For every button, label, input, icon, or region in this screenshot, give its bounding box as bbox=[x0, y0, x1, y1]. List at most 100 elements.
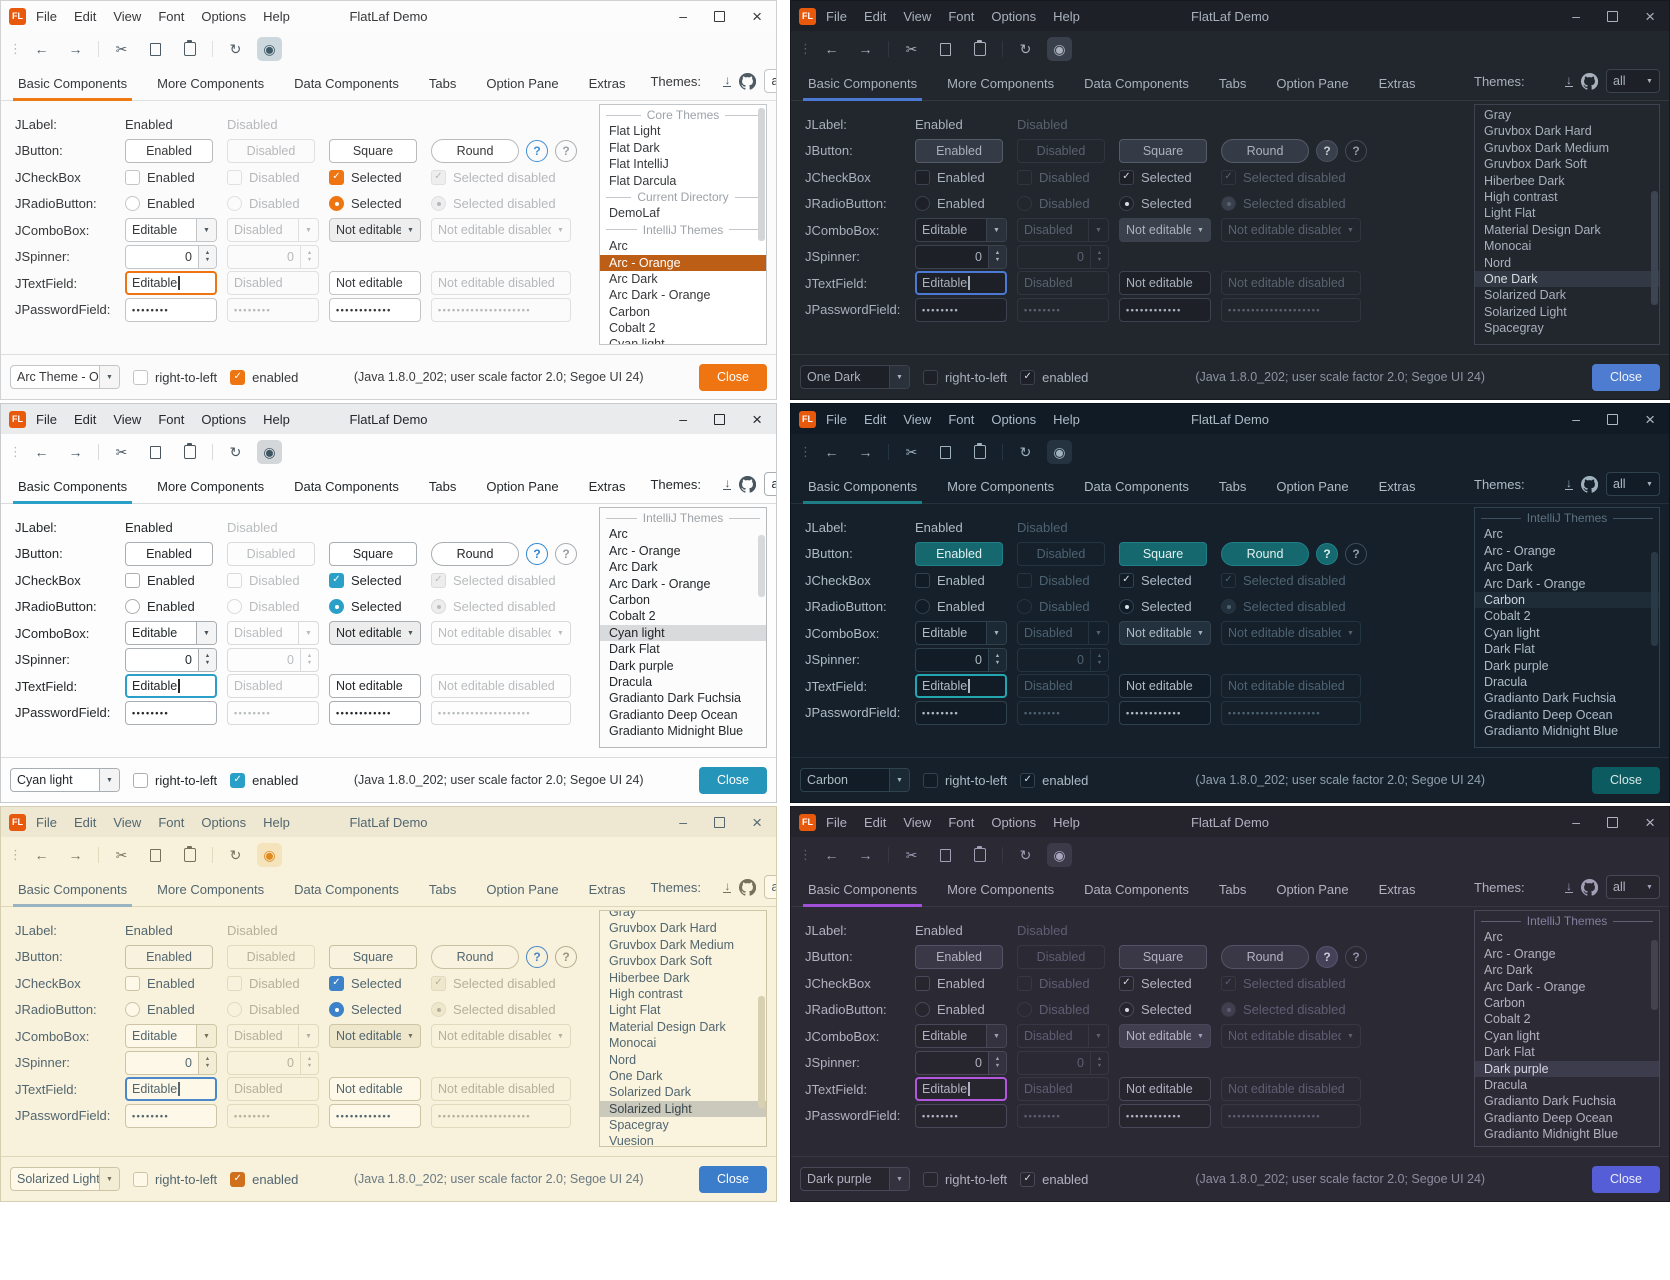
spinner-buttons[interactable]: ▲▼ bbox=[988, 1052, 1006, 1074]
theme-filter-combo[interactable]: all▼ bbox=[1606, 875, 1660, 899]
theme-item-arc[interactable]: Arc bbox=[1475, 526, 1659, 542]
menu-item-edit[interactable]: Edit bbox=[864, 412, 886, 427]
theme-item-nord[interactable]: Nord bbox=[1475, 255, 1659, 271]
help-secondary-button[interactable]: ? bbox=[1345, 543, 1367, 565]
jtextfield-editable[interactable]: Editable bbox=[915, 271, 1007, 295]
help-button[interactable]: ? bbox=[1316, 140, 1338, 162]
theme-item-cyan-light[interactable]: Cyan light bbox=[600, 625, 766, 641]
jbutton-square[interactable]: Square bbox=[1119, 542, 1207, 566]
github-icon[interactable] bbox=[739, 73, 756, 90]
maximize-icon[interactable] bbox=[714, 11, 725, 22]
cut-icon[interactable]: ✂ bbox=[109, 37, 134, 61]
theme-item-light-flat[interactable]: Light Flat bbox=[1475, 205, 1659, 221]
help-button[interactable]: ? bbox=[526, 140, 548, 162]
tab-basic-components[interactable]: Basic Components bbox=[803, 76, 922, 100]
theme-item-gradianto-dark-fuchsia[interactable]: Gradianto Dark Fuchsia bbox=[1475, 690, 1659, 706]
tab-extras[interactable]: Extras bbox=[584, 882, 631, 906]
close-window-icon[interactable]: × bbox=[1645, 411, 1655, 428]
close-button[interactable]: Close bbox=[1592, 767, 1660, 794]
tab-extras[interactable]: Extras bbox=[584, 479, 631, 503]
theme-switcher-combo[interactable]: Arc Theme - O...▼ bbox=[10, 365, 120, 389]
theme-item-flat-dark[interactable]: Flat Dark bbox=[600, 140, 766, 156]
jbutton-square[interactable]: Square bbox=[329, 945, 417, 969]
jtextfield-editable[interactable]: Editable bbox=[125, 1077, 217, 1101]
help-secondary-button[interactable]: ? bbox=[555, 543, 577, 565]
jtextfield-not-editable[interactable]: Not editable bbox=[329, 1077, 421, 1101]
rtl-checkbox[interactable]: right-to-left bbox=[923, 1172, 1007, 1187]
theme-filter-combo[interactable]: all▼ bbox=[764, 875, 777, 899]
cut-icon[interactable]: ✂ bbox=[899, 843, 924, 867]
eye-icon[interactable]: ◉ bbox=[257, 37, 282, 61]
menu-item-file[interactable]: File bbox=[36, 9, 57, 24]
scrollbar-thumb[interactable] bbox=[1651, 552, 1658, 647]
forward-icon[interactable]: → bbox=[853, 843, 878, 867]
jradiobutton-enabled[interactable]: Enabled bbox=[125, 599, 195, 614]
theme-item-dracula[interactable]: Dracula bbox=[1475, 1077, 1659, 1093]
jcombobox-editable[interactable]: Editable▼ bbox=[125, 621, 217, 645]
theme-item-carbon[interactable]: Carbon bbox=[1475, 592, 1659, 608]
jspinner[interactable]: 0▲▼ bbox=[915, 245, 1007, 269]
theme-item-dark-flat[interactable]: Dark Flat bbox=[600, 641, 766, 657]
jcheckbox-selected[interactable]: ✓Selected bbox=[1119, 170, 1192, 185]
download-icon[interactable]: ↓ bbox=[723, 478, 731, 490]
tab-basic-components[interactable]: Basic Components bbox=[803, 882, 922, 906]
theme-item-arc-dark[interactable]: Arc Dark bbox=[1475, 962, 1659, 978]
copy-icon[interactable] bbox=[933, 37, 958, 61]
paste-icon[interactable] bbox=[967, 37, 992, 61]
jpasswordfield[interactable]: •••••••••••• bbox=[1119, 298, 1211, 322]
theme-item-arc[interactable]: Arc bbox=[1475, 929, 1659, 945]
rtl-checkbox[interactable]: right-to-left bbox=[133, 1172, 217, 1187]
theme-item-arc-dark[interactable]: Arc Dark bbox=[1475, 559, 1659, 575]
tab-data-components[interactable]: Data Components bbox=[1079, 882, 1194, 906]
menu-item-font[interactable]: Font bbox=[158, 412, 184, 427]
theme-item-material-design-dark[interactable]: Material Design Dark bbox=[600, 1019, 766, 1035]
theme-item-cyan-light[interactable]: Cyan light bbox=[1475, 625, 1659, 641]
refresh-icon[interactable]: ↻ bbox=[223, 843, 248, 867]
paste-icon[interactable] bbox=[967, 843, 992, 867]
copy-icon[interactable] bbox=[933, 843, 958, 867]
rtl-checkbox[interactable]: right-to-left bbox=[133, 370, 217, 385]
jradiobutton-selected[interactable]: Selected bbox=[329, 196, 402, 211]
tab-data-components[interactable]: Data Components bbox=[289, 479, 404, 503]
spinner-buttons[interactable]: ▲▼ bbox=[988, 246, 1006, 268]
jpasswordfield[interactable]: •••••••• bbox=[125, 298, 217, 322]
theme-item-one-dark[interactable]: One Dark bbox=[1475, 271, 1659, 287]
jbutton-round[interactable]: Round bbox=[1221, 542, 1309, 566]
minimize-icon[interactable]: – bbox=[1572, 815, 1580, 829]
tab-extras[interactable]: Extras bbox=[1374, 882, 1421, 906]
tab-basic-components[interactable]: Basic Components bbox=[13, 882, 132, 906]
menu-item-font[interactable]: Font bbox=[158, 815, 184, 830]
theme-item-material-design-dark[interactable]: Material Design Dark bbox=[1475, 222, 1659, 238]
jtextfield-editable[interactable]: Editable bbox=[915, 1077, 1007, 1101]
paste-icon[interactable] bbox=[177, 440, 202, 464]
jspinner[interactable]: 0▲▼ bbox=[125, 245, 217, 269]
jcombobox-not-editable[interactable]: Not editable▼ bbox=[329, 218, 421, 242]
menu-item-help[interactable]: Help bbox=[1053, 412, 1080, 427]
menu-item-options[interactable]: Options bbox=[201, 815, 246, 830]
jcombobox-editable[interactable]: Editable▼ bbox=[125, 1024, 217, 1048]
jtextfield-not-editable[interactable]: Not editable bbox=[329, 674, 421, 698]
help-button[interactable]: ? bbox=[1316, 946, 1338, 968]
close-window-icon[interactable]: × bbox=[752, 8, 762, 25]
forward-icon[interactable]: → bbox=[63, 37, 88, 61]
theme-item-monocai[interactable]: Monocai bbox=[1475, 238, 1659, 254]
tab-extras[interactable]: Extras bbox=[584, 76, 631, 100]
minimize-icon[interactable]: – bbox=[679, 9, 687, 23]
copy-icon[interactable] bbox=[143, 37, 168, 61]
tab-tabs[interactable]: Tabs bbox=[1214, 76, 1251, 100]
theme-item-arc[interactable]: Arc bbox=[600, 526, 766, 542]
jradiobutton-enabled[interactable]: Enabled bbox=[915, 599, 985, 614]
close-window-icon[interactable]: × bbox=[1645, 814, 1655, 831]
back-icon[interactable]: ← bbox=[819, 37, 844, 61]
close-button[interactable]: Close bbox=[699, 767, 767, 794]
forward-icon[interactable]: → bbox=[853, 37, 878, 61]
jbutton-enabled[interactable]: Enabled bbox=[915, 945, 1003, 969]
jcheckbox-enabled[interactable]: Enabled bbox=[125, 170, 195, 185]
jcheckbox-enabled[interactable]: Enabled bbox=[125, 976, 195, 991]
forward-icon[interactable]: → bbox=[853, 440, 878, 464]
theme-item-one-dark[interactable]: One Dark bbox=[600, 1068, 766, 1084]
jcheckbox-enabled[interactable]: Enabled bbox=[915, 573, 985, 588]
jbutton-round[interactable]: Round bbox=[431, 945, 519, 969]
jcombobox-not-editable[interactable]: Not editable▼ bbox=[329, 621, 421, 645]
jbutton-round[interactable]: Round bbox=[1221, 945, 1309, 969]
